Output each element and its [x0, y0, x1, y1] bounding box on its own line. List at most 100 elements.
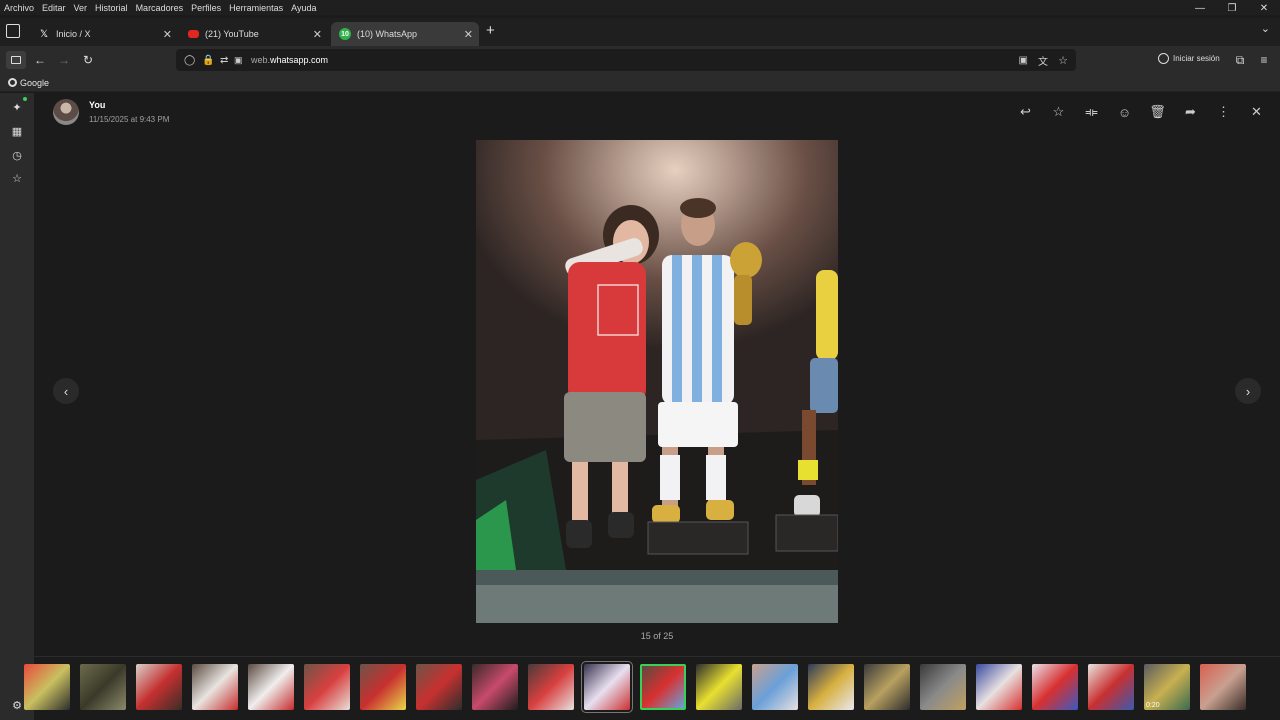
thumbnail[interactable]	[472, 664, 518, 710]
thumbnail[interactable]	[248, 664, 294, 710]
tab-youtube[interactable]: (21) YouTube ✕	[180, 22, 328, 46]
sidebar-toggle-icon[interactable]	[6, 51, 26, 69]
youtube-icon	[188, 30, 199, 38]
video-duration: 0:20	[1146, 702, 1160, 709]
thumbnail[interactable]	[304, 664, 350, 710]
sign-in-button[interactable]: Iniciar sesión	[1158, 53, 1220, 64]
more-options-icon[interactable]: ⋮	[1214, 104, 1233, 120]
account-icon	[1158, 53, 1169, 64]
emoji-icon[interactable]: ☺	[1115, 104, 1134, 120]
sender-name: You	[89, 100, 106, 110]
browser-sidebar: ✦ ▦ ◷ ☆ ⚙	[0, 93, 34, 720]
delete-icon[interactable]: 🗑	[1148, 104, 1167, 120]
sign-in-label: Iniciar sesión	[1173, 54, 1220, 63]
synced-tabs-icon[interactable]: ▦	[10, 124, 24, 138]
close-window-icon[interactable]: ✕	[1248, 0, 1280, 16]
navigation-bar: ← → ↻ ◯ 🔒 ⇄ ▣ web.whatsapp.com ▣ 文 ☆ Ini…	[0, 46, 1280, 74]
menu-item[interactable]: Archivo	[0, 3, 38, 13]
viewer-toolbar: ↩ ☆ ⟚ ☺ 🗑 ➦ ⋮ ✕	[1016, 104, 1266, 120]
tab-whatsapp[interactable]: 10 (10) WhatsApp ✕	[331, 22, 479, 46]
close-tab-icon[interactable]: ✕	[163, 28, 172, 41]
avatar[interactable]	[53, 99, 79, 125]
thumbnail[interactable]	[864, 664, 910, 710]
thumbnail-strip: 0:20	[24, 656, 1280, 720]
thumbnail[interactable]	[360, 664, 406, 710]
menu-item[interactable]: Ver	[70, 3, 92, 13]
restore-icon[interactable]: ❐	[1216, 0, 1248, 16]
menu-item[interactable]: Herramientas	[225, 3, 287, 13]
menu-item[interactable]: Perfiles	[187, 3, 225, 13]
tab-bar: 𝕏 Inicio / X ✕ (21) YouTube ✕ 10 (10) Wh…	[0, 18, 1280, 46]
whatsapp-icon: 10	[339, 28, 351, 40]
message-timestamp: 11/15/2025 at 9:43 PM	[89, 115, 170, 124]
menu-icon[interactable]: ≡	[1255, 51, 1273, 69]
lock-icon[interactable]: 🔒	[202, 55, 214, 66]
thumbnail[interactable]	[136, 664, 182, 710]
pin-icon[interactable]: ⟚	[1082, 104, 1101, 120]
reload-icon[interactable]: ↻	[79, 51, 97, 69]
close-tab-icon[interactable]: ✕	[313, 28, 322, 41]
thumbnail[interactable]	[416, 664, 462, 710]
extensions-icon[interactable]: ⧉	[1231, 51, 1249, 69]
reply-icon[interactable]: ↩	[1016, 104, 1035, 120]
tab-label: Inicio / X	[56, 29, 91, 39]
thumbnail[interactable]: 0:20	[1144, 664, 1190, 710]
media-viewer: You 11/15/2025 at 9:43 PM ↩ ☆ ⟚ ☺ 🗑 ➦ ⋮ …	[24, 93, 1280, 720]
minimize-icon[interactable]: —	[1184, 0, 1216, 16]
google-icon	[8, 78, 17, 87]
menu-item[interactable]: Ayuda	[287, 3, 320, 13]
bookmark-label: Google	[20, 77, 50, 88]
bookmarks-bar: Google	[0, 74, 1280, 92]
screenshot-icon[interactable]: ▣	[1019, 55, 1028, 66]
chevron-down-icon[interactable]: ⌄	[1261, 22, 1270, 35]
url-text[interactable]: web.whatsapp.com	[251, 55, 328, 65]
next-media-button[interactable]: ›	[1235, 378, 1261, 404]
star-icon[interactable]: ☆	[1058, 54, 1068, 67]
bookmarks-star-icon[interactable]: ☆	[10, 171, 24, 185]
address-bar[interactable]: ◯ 🔒 ⇄ ▣ web.whatsapp.com ▣ 文 ☆	[176, 49, 1076, 71]
media-photo	[476, 140, 838, 623]
thumbnail[interactable]	[80, 664, 126, 710]
thumbnail[interactable]	[581, 661, 633, 713]
menu-item[interactable]: Historial	[91, 3, 132, 13]
thumbnail[interactable]	[920, 664, 966, 710]
history-icon[interactable]: ◷	[10, 148, 24, 162]
window-controls: — ❐ ✕	[1184, 0, 1280, 16]
thumbnail[interactable]	[808, 664, 854, 710]
forward-icon[interactable]: →	[55, 51, 73, 69]
close-icon[interactable]: ✕	[1247, 104, 1266, 120]
thumbnail[interactable]	[640, 664, 686, 710]
tab-label: (21) YouTube	[205, 29, 259, 39]
menu-bar: Archivo Editar Ver Historial Marcadores Perfi…	[0, 0, 1280, 15]
ai-sparkle-icon[interactable]: ✦	[10, 97, 27, 114]
new-tab-icon[interactable]: +	[486, 22, 495, 39]
media-counter: 15 of 25	[640, 631, 674, 641]
forward-icon[interactable]: ➦	[1181, 104, 1200, 120]
camera-off-icon[interactable]: ▣	[234, 55, 243, 66]
menu-item[interactable]: Marcadores	[132, 3, 188, 13]
tracking-icon[interactable]: ⇄	[220, 55, 228, 66]
thumbnail[interactable]	[192, 664, 238, 710]
close-tab-icon[interactable]: ✕	[464, 28, 473, 41]
thumbnail[interactable]	[1200, 664, 1246, 710]
thumbnail[interactable]	[1088, 664, 1134, 710]
thumbnail[interactable]	[752, 664, 798, 710]
photo-illustration	[476, 140, 838, 623]
thumbnail[interactable]	[24, 664, 70, 710]
tab-overview-icon[interactable]	[6, 24, 20, 38]
thumbnail[interactable]	[976, 664, 1022, 710]
thumbnail[interactable]	[696, 664, 742, 710]
tab-label: (10) WhatsApp	[357, 29, 418, 39]
menu-item[interactable]: Editar	[38, 3, 70, 13]
thumbnail[interactable]	[1032, 664, 1078, 710]
bookmark-google[interactable]: Google	[8, 78, 49, 88]
back-icon[interactable]: ←	[31, 51, 49, 69]
translate-icon[interactable]: 文	[1038, 53, 1048, 68]
shield-icon[interactable]: ◯	[184, 55, 195, 66]
x-logo-icon: 𝕏	[39, 28, 49, 40]
tab-x[interactable]: 𝕏 Inicio / X ✕	[30, 22, 178, 46]
previous-media-button[interactable]: ‹	[53, 378, 79, 404]
settings-icon[interactable]: ⚙	[10, 698, 24, 712]
thumbnail[interactable]	[528, 664, 574, 710]
star-icon[interactable]: ☆	[1049, 104, 1068, 120]
